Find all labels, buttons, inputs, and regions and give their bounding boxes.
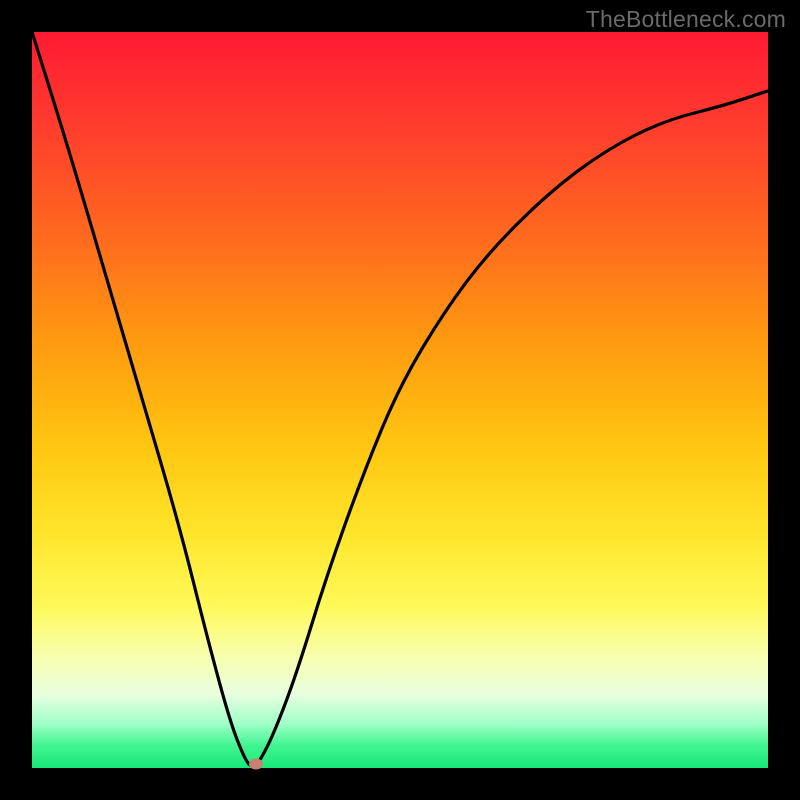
chart-frame: TheBottleneck.com: [0, 0, 800, 800]
bottleneck-curve: [32, 32, 768, 766]
curve-svg: [32, 32, 768, 768]
plot-area: [32, 32, 768, 768]
watermark-text: TheBottleneck.com: [586, 6, 786, 33]
optimum-marker: [249, 759, 263, 770]
